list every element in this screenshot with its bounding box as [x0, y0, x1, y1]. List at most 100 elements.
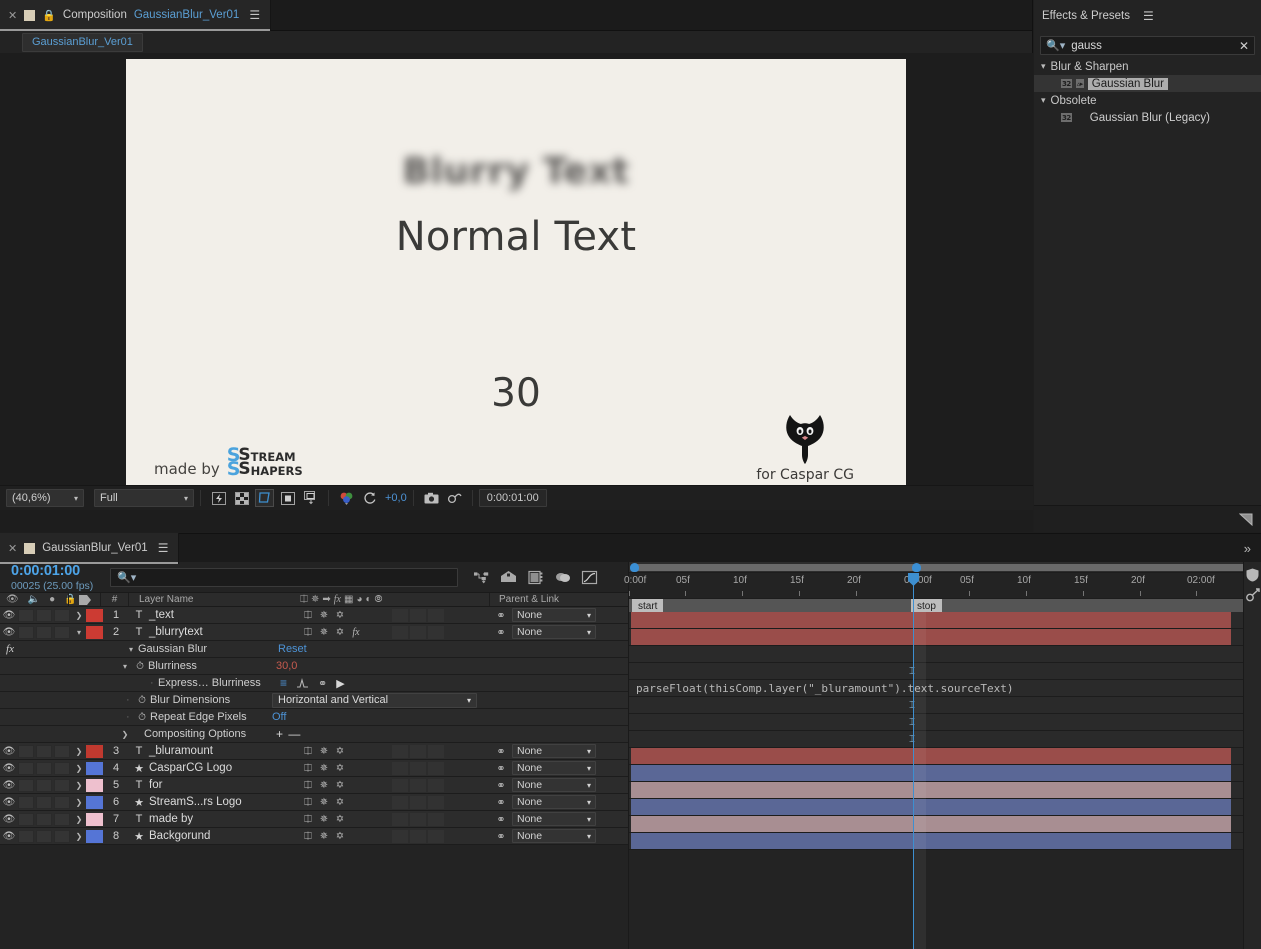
timeline-search-input[interactable]: 🔍▾	[110, 567, 458, 587]
track-matte-cell[interactable]	[410, 795, 426, 809]
layer-label-swatch[interactable]	[86, 761, 103, 775]
graph-editor-icon[interactable]	[580, 568, 599, 586]
close-icon[interactable]: ✕	[8, 9, 17, 22]
layer-name[interactable]: Backgorund	[149, 830, 297, 842]
layer-duration-bar-row[interactable]	[629, 765, 1261, 782]
camera-icon[interactable]	[422, 489, 441, 507]
timeline-rows[interactable]: ⌶ parseFloat(thisComp.layer("_bluramount"…	[629, 612, 1261, 949]
audio-toggle[interactable]	[18, 761, 34, 775]
tab-effects-and-presets[interactable]: Effects & Presets ☰	[1034, 0, 1164, 31]
eye-icon[interactable]: 👁	[0, 763, 18, 774]
composition-canvas[interactable]: Blurry Text Normal Text 30 made by S S T…	[126, 59, 906, 499]
eye-icon[interactable]: 👁	[0, 780, 18, 791]
track-matte-cell[interactable]	[410, 812, 426, 826]
layer-duration-bar-row[interactable]	[629, 833, 1261, 850]
switch-cell[interactable]	[428, 778, 444, 792]
layer-duration-bar[interactable]	[631, 765, 1231, 781]
layer-duration-bar[interactable]	[631, 833, 1231, 849]
layer-label-swatch[interactable]	[86, 625, 103, 639]
reset-exposure-icon[interactable]	[360, 489, 379, 507]
lock-toggle[interactable]	[54, 795, 70, 809]
shy-icon[interactable]: ⎅	[301, 814, 315, 825]
expression-enable-icon[interactable]: ≡	[280, 676, 287, 690]
zoom-handle-left[interactable]	[630, 563, 639, 572]
property-keyframe-row[interactable]: ⌶	[629, 731, 1261, 748]
parent-select[interactable]: None ▾	[512, 761, 596, 775]
quality-icon[interactable]: ✡	[333, 763, 347, 774]
layer-duration-bar[interactable]	[631, 629, 1231, 645]
mask-visibility-icon[interactable]	[278, 489, 297, 507]
shy-icon[interactable]: ⎅	[301, 746, 315, 757]
panel-menu-icon[interactable]: ☰	[249, 8, 260, 22]
graph-editor-icon[interactable]	[296, 677, 309, 689]
view-layout-icon[interactable]	[301, 489, 320, 507]
lock-icon[interactable]: 🔒	[42, 9, 56, 22]
switch-cell[interactable]	[428, 829, 444, 843]
layer-name[interactable]: for	[149, 779, 297, 791]
layer-duration-bar[interactable]	[631, 748, 1231, 764]
switch-cell[interactable]	[428, 608, 444, 622]
blend-mode-cell[interactable]	[392, 829, 408, 843]
frame-blending-icon[interactable]	[553, 568, 572, 586]
property-keyframe-row[interactable]: ⌶	[629, 714, 1261, 731]
quality-icon[interactable]: ✡	[333, 797, 347, 808]
stopwatch-icon[interactable]: ⏱	[134, 695, 150, 706]
chevron-right-icon[interactable]: ❯	[72, 747, 86, 756]
solo-toggle[interactable]	[36, 812, 52, 826]
effects-fx-icon[interactable]: fx	[349, 627, 363, 638]
effects-group-blur-and-sharpen[interactable]: ▾ Blur & Sharpen	[1034, 58, 1261, 75]
blend-mode-cell[interactable]	[392, 812, 408, 826]
property-keyframe-row[interactable]: ⌶	[629, 697, 1261, 714]
panel-menu-icon[interactable]: ☰	[1143, 9, 1154, 23]
track-matte-cell[interactable]	[410, 778, 426, 792]
shy-icon[interactable]: ⎅	[301, 627, 315, 638]
eye-icon[interactable]: 👁	[0, 814, 18, 825]
switch-cell[interactable]	[428, 812, 444, 826]
parent-select[interactable]: None ▾	[512, 812, 596, 826]
blur-dimensions-select[interactable]: Horizontal and Vertical ▾	[272, 692, 477, 708]
collapse-transform-icon[interactable]: ✵	[317, 814, 331, 825]
timeline-zoom-scrollbar[interactable]	[629, 562, 1261, 573]
layer-name[interactable]: _text	[149, 609, 297, 621]
parent-select[interactable]: None ▾	[512, 829, 596, 843]
pick-whip-icon[interactable]: ⚭	[490, 796, 512, 809]
layer-label-swatch[interactable]	[86, 744, 103, 758]
timeline-marker[interactable]: start	[632, 599, 664, 613]
pick-whip-icon[interactable]: ⚭	[490, 830, 512, 843]
layer-name[interactable]: _blurrytext	[149, 626, 297, 638]
layer-label-swatch[interactable]	[86, 812, 103, 826]
audio-toggle[interactable]	[18, 608, 34, 622]
switch-cell[interactable]	[428, 744, 444, 758]
eye-icon[interactable]: 👁	[0, 797, 18, 808]
stopwatch-icon[interactable]: ⏱	[134, 712, 150, 723]
show-snapshot-icon[interactable]	[445, 489, 464, 507]
chevron-right-icon[interactable]: ❯	[72, 611, 86, 620]
parent-select[interactable]: None ▾	[512, 625, 596, 639]
stopwatch-icon[interactable]: ⏱	[132, 661, 148, 672]
breadcrumb[interactable]: GaussianBlur_Ver01	[22, 32, 143, 52]
chevron-right-icon[interactable]: ❯	[72, 832, 86, 841]
layer-duration-bar[interactable]	[631, 612, 1231, 628]
lock-toggle[interactable]	[54, 778, 70, 792]
layer-name[interactable]: CasparCG Logo	[149, 762, 297, 774]
track-matte-cell[interactable]	[410, 744, 426, 758]
work-area-bar[interactable]: start stop	[629, 598, 1261, 613]
solo-toggle[interactable]	[36, 829, 52, 843]
pick-whip-icon[interactable]: ⚭	[490, 779, 512, 792]
collapse-transform-icon[interactable]: ✵	[317, 797, 331, 808]
layer-label-swatch[interactable]	[86, 608, 103, 622]
pick-whip-icon[interactable]: ⚭	[490, 626, 512, 639]
pick-whip-icon[interactable]: ⚭	[490, 745, 512, 758]
parent-select[interactable]: None ▾	[512, 795, 596, 809]
eye-icon[interactable]: 👁	[0, 831, 18, 842]
property-value[interactable]: Off	[272, 711, 286, 723]
audio-toggle[interactable]	[18, 778, 34, 792]
audio-toggle[interactable]	[18, 625, 34, 639]
chevron-down-icon[interactable]: ▾	[72, 628, 86, 637]
playhead[interactable]	[908, 573, 919, 949]
blend-mode-cell[interactable]	[392, 761, 408, 775]
effects-search-input[interactable]: 🔍▾ gauss ✕	[1040, 36, 1255, 55]
pick-whip-icon[interactable]: ⚭	[490, 609, 512, 622]
layer-duration-bar[interactable]	[631, 816, 1231, 832]
collapse-transform-icon[interactable]: ✵	[317, 627, 331, 638]
